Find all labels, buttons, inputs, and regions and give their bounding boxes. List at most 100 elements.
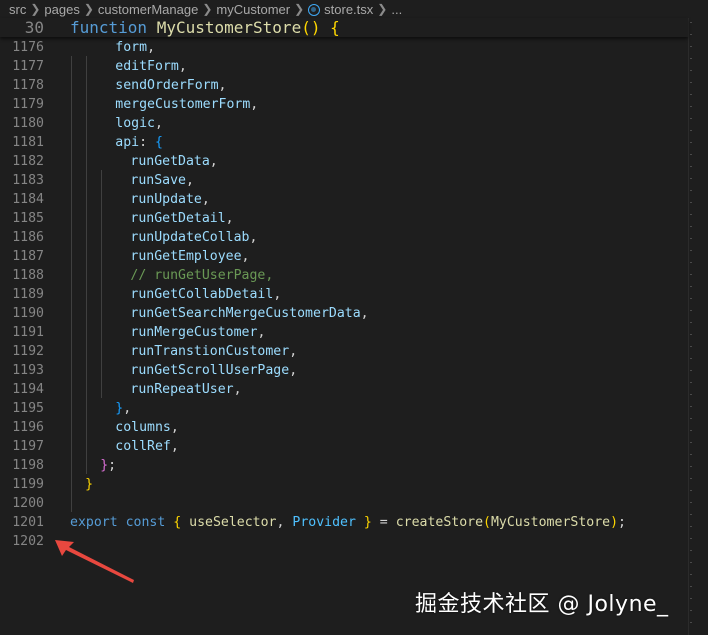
breadcrumb-ellipsis[interactable]: ... (391, 2, 402, 17)
overview-ruler-mark (690, 130, 692, 131)
code-line[interactable]: 1191 runMergeCustomer, (0, 323, 688, 342)
overview-ruler-mark (690, 466, 692, 467)
line-number: 1198 (12, 458, 44, 473)
code-line[interactable]: 1184 runUpdate, (0, 190, 688, 209)
line-number: 1193 (12, 363, 44, 378)
line-code: runGetEmployee, (130, 249, 250, 264)
code-line[interactable]: 1194 runRepeatUser, (0, 380, 688, 399)
line-code: runTranstionCustomer, (130, 344, 298, 359)
line-number: 1196 (12, 420, 44, 435)
line-number: 1186 (12, 230, 44, 245)
breadcrumb-item-myCustomer[interactable]: myCustomer (216, 2, 290, 17)
overview-ruler-mark (690, 418, 692, 419)
code-line[interactable]: 1178 sendOrderForm, (0, 76, 688, 95)
overview-ruler-mark (690, 322, 692, 323)
line-code: collRef, (115, 439, 179, 454)
code-line[interactable]: 1179 mergeCustomerForm, (0, 95, 688, 114)
line-number: 1180 (12, 116, 44, 131)
sticky-scroll-header[interactable]: 30 function MyCustomerStore() { (0, 18, 688, 37)
line-number: 1194 (12, 382, 44, 397)
overview-ruler-mark (690, 286, 692, 287)
overview-ruler-mark (690, 526, 692, 527)
code-line[interactable]: 1192 runTranstionCustomer, (0, 342, 688, 361)
code-line[interactable]: 1176 form, (0, 38, 688, 57)
code-line[interactable]: 1195}, (0, 399, 688, 418)
overview-ruler-mark (690, 238, 692, 239)
line-number: 30 (24, 18, 44, 37)
line-code: runRepeatUser, (130, 382, 242, 397)
line-number: 1191 (12, 325, 44, 340)
line-number: 1185 (12, 211, 44, 226)
overview-ruler-mark (690, 334, 692, 335)
overview-ruler-mark (690, 226, 692, 227)
overview-ruler-mark (690, 34, 692, 35)
code-line[interactable]: 1183 runSave, (0, 171, 688, 190)
line-number: 1177 (12, 59, 44, 74)
overview-ruler-mark (690, 394, 692, 395)
code-line[interactable]: 1198}; (0, 456, 688, 475)
code-line[interactable]: 1185 runGetDetail, (0, 209, 688, 228)
overview-ruler-mark (690, 250, 692, 251)
line-number: 1195 (12, 401, 44, 416)
line-number: 1178 (12, 78, 44, 93)
breadcrumb-item-file[interactable]: store.tsx (324, 2, 373, 17)
overview-ruler-mark (690, 454, 692, 455)
vertical-scrollbar[interactable] (688, 18, 708, 635)
line-code: sendOrderForm, (115, 78, 227, 93)
overview-ruler-mark (690, 70, 692, 71)
line-number: 1199 (12, 477, 44, 492)
line-code: // runGetUserPage, (130, 268, 274, 283)
overview-ruler-mark (690, 346, 692, 347)
line-code: columns, (115, 420, 179, 435)
breadcrumb-item-src[interactable]: src (9, 2, 26, 17)
overview-ruler-mark (690, 358, 692, 359)
code-line[interactable]: 1190 runGetSearchMergeCustomerData, (0, 304, 688, 323)
overview-ruler-mark (690, 370, 692, 371)
overview-ruler-mark (690, 154, 692, 155)
code-line[interactable]: 1197 collRef, (0, 437, 688, 456)
code-line[interactable]: 1201 export const { useSelector, Provider… (0, 513, 688, 532)
chevron-right-icon: ❯ (30, 2, 41, 16)
line-number: 1181 (12, 135, 44, 150)
overview-ruler-mark (690, 166, 692, 167)
line-number: 1183 (12, 173, 44, 188)
code-line[interactable]: 1182 runGetData, (0, 152, 688, 171)
code-line[interactable]: 1187 runGetEmployee, (0, 247, 688, 266)
scrollbar-divider (688, 18, 689, 635)
line-code: runSave, (130, 173, 194, 188)
code-line[interactable]: 1200 (0, 494, 688, 513)
line-code: runGetData, (130, 154, 218, 169)
breadcrumb-item-pages[interactable]: pages (44, 2, 79, 17)
line-code: runGetDetail, (130, 211, 234, 226)
code-line[interactable]: 1186 runUpdateCollab, (0, 228, 688, 247)
line-code: runGetScrollUserPage, (130, 363, 298, 378)
breadcrumb-item-customerManage[interactable]: customerManage (98, 2, 198, 17)
overview-ruler-mark (690, 538, 692, 539)
line-number: 1189 (12, 287, 44, 302)
code-line[interactable]: 1199} (0, 475, 688, 494)
overview-ruler-mark (690, 58, 692, 59)
line-code: export const { useSelector, Provider } =… (70, 515, 626, 530)
chevron-right-icon: ❯ (294, 2, 305, 16)
code-line[interactable]: 1193 runGetScrollUserPage, (0, 361, 688, 380)
overview-ruler-mark (690, 382, 692, 383)
line-number: 1200 (12, 496, 44, 511)
line-number: 1201 (12, 515, 44, 530)
overview-ruler-mark (690, 622, 692, 623)
code-line[interactable]: 1177 editForm, (0, 57, 688, 76)
line-code: runMergeCustomer, (130, 325, 266, 340)
code-line[interactable]: 1180 logic, (0, 114, 688, 133)
line-number: 1182 (12, 154, 44, 169)
line-code: runGetCollabDetail, (130, 287, 282, 302)
overview-ruler-mark (690, 442, 692, 443)
breadcrumb: src ❯ pages ❯ customerManage ❯ myCustome… (0, 0, 708, 18)
line-code: mergeCustomerForm, (115, 97, 259, 112)
overview-ruler-mark (690, 406, 692, 407)
code-line[interactable]: 1188 // runGetUserPage, (0, 266, 688, 285)
line-number: 1188 (12, 268, 44, 283)
code-line[interactable]: 1196 columns, (0, 418, 688, 437)
code-line[interactable]: 1181 api: { (0, 133, 688, 152)
line-code: } (85, 477, 94, 492)
overview-ruler-mark (690, 106, 692, 107)
code-line[interactable]: 1189 runGetCollabDetail, (0, 285, 688, 304)
